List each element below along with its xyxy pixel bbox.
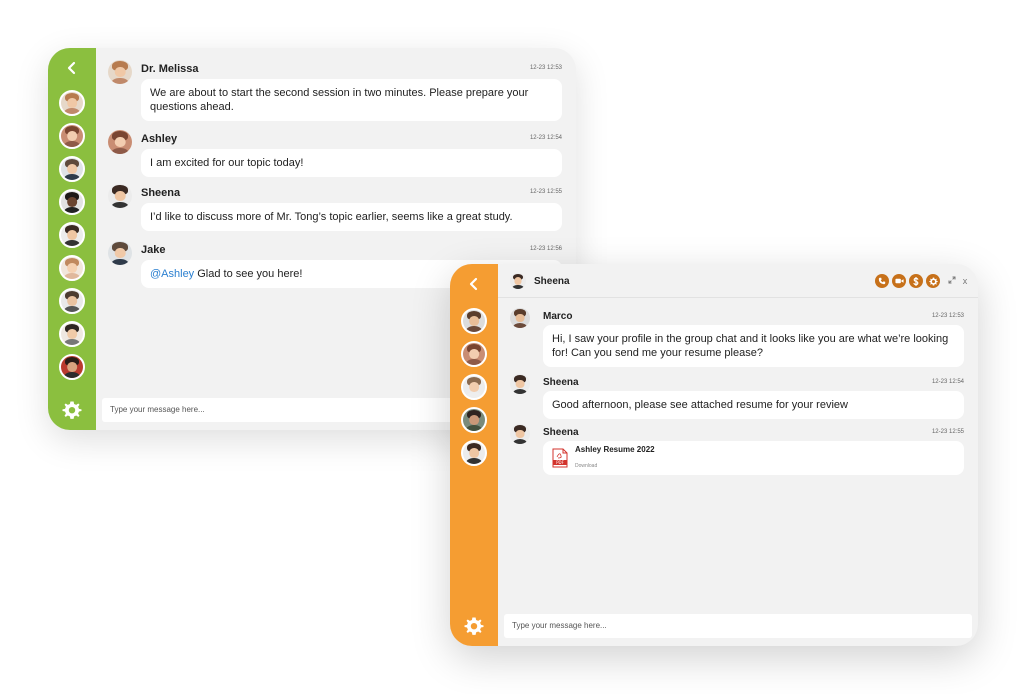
mention-link[interactable]: @Ashley xyxy=(150,268,194,280)
call-button[interactable] xyxy=(875,274,889,288)
file-info: Ashley Resume 2022 Download xyxy=(575,443,655,473)
phone-icon xyxy=(878,277,886,285)
contact-avatar[interactable] xyxy=(59,255,85,281)
sender-name: Sheena xyxy=(543,377,579,388)
contact-avatar[interactable] xyxy=(59,222,85,248)
contact-avatar[interactable] xyxy=(59,189,85,215)
message-input[interactable]: Type your message here... xyxy=(504,614,972,638)
pdf-icon: PDF xyxy=(552,448,568,468)
message-time: 12-23 12:56 xyxy=(529,246,562,252)
chevron-left-icon xyxy=(67,61,76,75)
message-time: 12-23 12:54 xyxy=(931,379,964,385)
direct-chat-main: Sheena x Marco 12-23 12:53 Hi, I saw you… xyxy=(498,264,978,646)
chat-title: Sheena xyxy=(534,276,570,287)
settings-button[interactable] xyxy=(464,616,484,636)
contact-avatar[interactable] xyxy=(461,407,487,433)
file-download-link[interactable]: Download xyxy=(575,459,655,473)
sender-name: Sheena xyxy=(543,427,579,438)
settings-button[interactable] xyxy=(62,400,82,420)
dollar-icon xyxy=(913,276,919,286)
close-button[interactable]: x xyxy=(960,276,970,286)
message-time: 12-23 12:54 xyxy=(529,135,562,141)
contact-avatar[interactable] xyxy=(59,123,85,149)
contact-avatar[interactable] xyxy=(59,288,85,314)
contact-avatar[interactable] xyxy=(59,321,85,347)
header-actions: x xyxy=(875,274,970,288)
avatar xyxy=(108,184,132,208)
contact-avatar[interactable] xyxy=(461,308,487,334)
contact-avatar[interactable] xyxy=(59,90,85,116)
message-text: I’d like to discuss more of Mr. Tong’s t… xyxy=(141,203,562,231)
contact-avatar[interactable] xyxy=(461,341,487,367)
chat-header: Sheena x xyxy=(498,264,978,298)
message-text: Hi, I saw your profile in the group chat… xyxy=(543,325,964,367)
contact-avatar[interactable] xyxy=(59,156,85,182)
contact-avatar[interactable] xyxy=(461,440,487,466)
gear-icon xyxy=(928,277,938,286)
chat-message: Marco 12-23 12:53 Hi, I saw your profile… xyxy=(510,308,964,370)
file-attachment[interactable]: PDF Ashley Resume 2022 Download xyxy=(543,441,964,475)
chat-message: Ashley 12-23 12:54 I am excited for our … xyxy=(108,130,562,178)
avatar xyxy=(510,308,530,328)
chat-message: Sheena 12-23 12:55 PDF Ashley Resume 202… xyxy=(510,424,964,476)
avatar xyxy=(108,130,132,154)
close-icon: x xyxy=(962,276,968,286)
message-time: 12-23 12:55 xyxy=(529,189,562,195)
avatar xyxy=(510,374,530,394)
avatar xyxy=(510,424,530,444)
avatar xyxy=(108,60,132,84)
message-body: Glad to see you here! xyxy=(194,268,303,280)
back-button[interactable] xyxy=(60,56,84,80)
direct-chat-window: Sheena x Marco 12-23 12:53 Hi, I saw you… xyxy=(450,264,978,646)
direct-chat-sidebar xyxy=(450,264,498,646)
video-call-button[interactable] xyxy=(892,274,906,288)
message-time: 12-23 12:53 xyxy=(931,313,964,319)
file-name: Ashley Resume 2022 xyxy=(575,445,655,454)
avatar xyxy=(108,241,132,265)
chevron-left-icon xyxy=(469,277,478,291)
sender-name: Dr. Melissa xyxy=(141,63,199,75)
chat-message: Sheena 12-23 12:55 I’d like to discuss m… xyxy=(108,184,562,232)
contact-avatar[interactable] xyxy=(461,374,487,400)
payment-button[interactable] xyxy=(909,274,923,288)
expand-icon xyxy=(948,276,956,284)
sender-name: Marco xyxy=(543,311,573,322)
message-text: We are about to start the second session… xyxy=(141,79,562,121)
chat-message: Sheena 12-23 12:54 Good afternoon, pleas… xyxy=(510,374,964,419)
message-time: 12-23 12:53 xyxy=(529,65,562,71)
gear-icon xyxy=(62,401,82,419)
sender-name: Ashley xyxy=(141,133,178,145)
message-time: 12-23 12:55 xyxy=(931,429,964,435)
message-text: I am excited for our topic today! xyxy=(141,149,562,177)
file-type-label: PDF xyxy=(556,460,564,465)
avatar xyxy=(510,273,526,289)
group-chat-sidebar xyxy=(48,48,96,430)
chat-options-button[interactable] xyxy=(926,274,940,288)
sender-name: Jake xyxy=(141,244,166,256)
gear-icon xyxy=(464,617,484,635)
sender-name: Sheena xyxy=(141,187,181,199)
message-text: Good afternoon, please see attached resu… xyxy=(543,391,964,419)
contact-avatar[interactable] xyxy=(59,354,85,380)
back-button[interactable] xyxy=(462,272,486,296)
chat-message: Dr. Melissa 12-23 12:53 We are about to … xyxy=(108,60,562,124)
video-camera-icon xyxy=(894,278,904,284)
expand-button[interactable] xyxy=(947,276,957,286)
